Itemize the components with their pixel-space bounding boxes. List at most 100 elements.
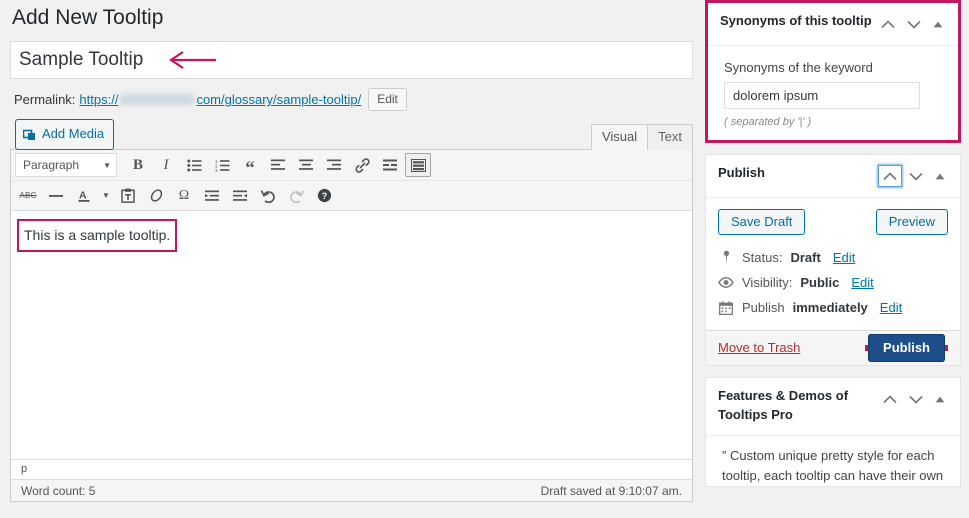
bulleted-list-button[interactable] [181,153,207,177]
text-color-dropdown-button[interactable]: ▼ [99,184,113,208]
bold-button[interactable]: B [125,153,151,177]
special-character-button[interactable]: Ω [171,184,197,208]
link-icon [354,158,370,173]
svg-text:3: 3 [215,168,218,172]
toolbar-row-2: ABC A ▼ Ω ? [11,180,692,210]
align-center-icon [298,159,313,171]
bulleted-list-icon [186,159,201,172]
strikethrough-button[interactable]: ABC [15,184,41,208]
editor-top-bar: Add Media Visual Text [10,119,693,151]
move-up-icon[interactable] [878,165,902,187]
indent-button[interactable] [227,184,253,208]
visibility-label: Visibility: [742,275,793,290]
add-media-button[interactable]: Add Media [15,119,115,151]
schedule-edit-link[interactable]: Edit [880,300,902,315]
editor-content-area[interactable]: This is a sample tooltip. [11,211,692,460]
text-color-button[interactable]: A [71,184,97,208]
pin-icon [718,250,734,265]
editor-toolbar: Paragraph ▼ B I 1 2 3 “ ABC A ▼ Ω ? [11,150,692,212]
editor-status-bar: Word count: 5 Draft saved at 9:10:07 am. [11,479,692,502]
eraser-icon [150,189,162,202]
svg-text:?: ? [321,191,327,201]
post-title-input[interactable] [10,41,693,80]
toolbar-row-1: Paragraph ▼ B I 1 2 3 “ [11,150,692,180]
indent-icon [232,190,247,201]
publish-metabox-header[interactable]: Publish [706,155,960,198]
schedule-label: Publish [742,300,785,315]
move-up-icon[interactable] [878,388,902,410]
outdent-button[interactable] [199,184,225,208]
toggle-toolbar-button[interactable] [405,153,431,178]
align-right-button[interactable] [321,153,347,177]
toggle-panel-icon[interactable] [930,165,950,187]
align-left-button[interactable] [265,153,291,177]
features-demos-metabox: Features & Demos of Tooltips Pro ” Custo… [705,377,961,487]
paragraph-format-value: Paragraph [23,158,80,173]
move-to-trash-link[interactable]: Move to Trash [718,340,800,355]
synonyms-input[interactable] [724,82,920,109]
schedule-row: Publish immediately Edit [718,295,948,320]
svg-text:A: A [79,190,87,202]
toggle-panel-icon[interactable] [930,388,950,410]
editor-element-path: p [11,459,692,480]
move-down-icon[interactable] [904,388,928,410]
word-count: Word count: 5 [21,483,96,498]
calendar-icon [718,300,734,315]
main-editor-column: Add New Tooltip Permalink: https:// com/… [10,0,693,503]
align-right-icon [326,159,341,171]
synonyms-metabox: Synonyms of this tooltip Synonyms of the… [705,0,961,143]
undo-button[interactable] [255,184,281,208]
paste-as-text-button[interactable] [115,184,141,208]
tab-visual[interactable]: Visual [590,124,649,151]
synonyms-field-hint: ( separated by '|' ) [724,116,812,128]
read-more-icon [382,159,397,171]
redo-icon [289,190,304,203]
status-value: Draft [790,250,821,265]
horizontal-rule-icon [48,194,63,197]
synonyms-metabox-controls [876,12,948,35]
tab-text[interactable]: Text [647,124,693,151]
publish-actions-row: Save Draft Preview [706,198,960,245]
insert-read-more-button[interactable] [377,153,403,177]
move-up-icon[interactable] [876,13,900,35]
numbered-list-button[interactable]: 1 2 3 [209,153,235,177]
media-icon [23,129,35,140]
insert-link-button[interactable] [349,153,375,177]
publish-button[interactable]: Publish [868,333,945,362]
move-down-icon[interactable] [904,165,928,187]
permalink-edit-button[interactable]: Edit [368,88,407,112]
italic-button[interactable]: I [153,153,179,177]
preview-button[interactable]: Preview [875,209,948,235]
permalink-row: Permalink: https:// com/glossary/sample-… [10,79,693,119]
publish-misc-actions: Status: Draft Edit Visibility: Public Ed… [706,245,960,330]
features-demos-body: ” Custom unique pretty style for each to… [722,447,944,483]
clear-formatting-button[interactable] [143,184,169,208]
features-demos-metabox-header[interactable]: Features & Demos of Tooltips Pro [706,378,960,436]
move-down-icon[interactable] [902,13,926,35]
editor-content-text[interactable]: This is a sample tooltip. [16,219,178,253]
synonyms-field-label: Synonyms of the keyword [724,60,873,75]
align-center-button[interactable] [293,153,319,177]
status-row: Status: Draft Edit [718,245,948,270]
save-draft-button[interactable]: Save Draft [718,209,806,235]
permalink-path[interactable]: com/glossary/sample-tooltip/ [196,92,361,107]
synonyms-metabox-header[interactable]: Synonyms of this tooltip [708,3,958,46]
publish-button-highlight: Publish [865,333,948,362]
outdent-icon [204,190,219,201]
page-title: Add New Tooltip [12,6,164,29]
horizontal-rule-button[interactable] [43,184,69,208]
undo-icon [260,190,275,203]
synonyms-metabox-body: Synonyms of the keyword ( separated by '… [708,46,958,140]
toggle-panel-icon[interactable] [928,13,948,35]
publish-footer: Move to Trash Publish [706,330,960,365]
title-field-wrapper [10,41,693,80]
paragraph-format-select[interactable]: Paragraph ▼ [15,153,117,178]
keyboard-shortcuts-button[interactable]: ? [311,184,337,208]
permalink-scheme[interactable]: https:// [79,92,118,107]
numbered-list-icon: 1 2 3 [215,159,229,172]
status-edit-link[interactable]: Edit [833,250,855,265]
visibility-edit-link[interactable]: Edit [851,275,873,290]
synonyms-metabox-title: Synonyms of this tooltip [720,13,872,28]
blockquote-button[interactable]: “ [237,153,263,178]
redo-button[interactable] [283,184,309,208]
